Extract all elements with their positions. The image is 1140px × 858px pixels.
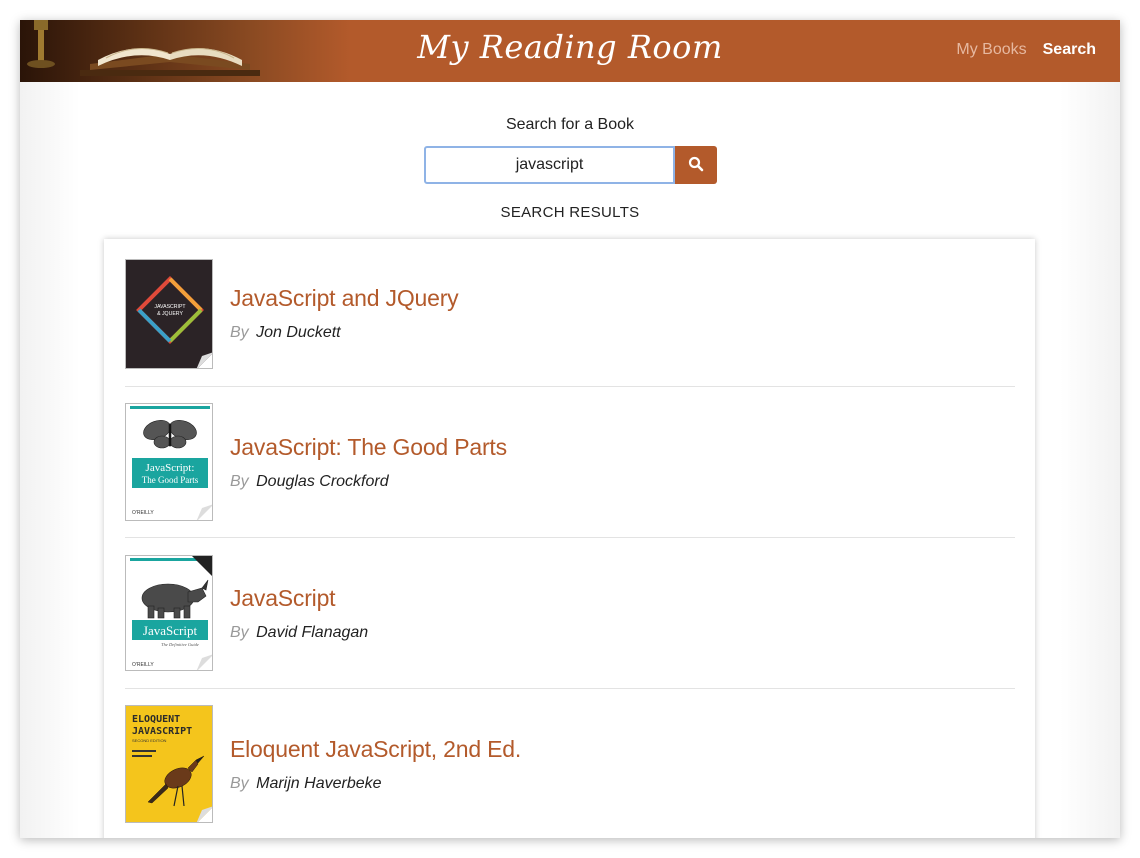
results-list: JAVASCRIPT & JQUERY JavaScript and JQuer… — [104, 239, 1035, 838]
search-title: Search for a Book — [505, 116, 635, 133]
nav-links: My Books Search — [956, 41, 1096, 59]
svg-text:The Good Parts: The Good Parts — [142, 475, 199, 485]
result-item: JavaScript The Definitive Guide O'REILLY… — [125, 538, 1015, 689]
browser-page: My Reading Room My Books Search Search f… — [20, 20, 1120, 838]
book-title[interactable]: JavaScript and JQuery — [230, 285, 459, 312]
book-info: JavaScript By David Flanagan — [230, 585, 368, 642]
search-icon — [688, 156, 704, 175]
author-name: Douglas Crockford — [256, 472, 389, 490]
svg-text:O'REILLY: O'REILLY — [132, 662, 154, 668]
search-button[interactable] — [675, 146, 717, 184]
author-name: Jon Duckett — [256, 324, 341, 341]
svg-text:JavaScript:: JavaScript: — [146, 462, 195, 474]
result-item: JavaScript: The Good Parts O'REILLY Java… — [125, 387, 1015, 538]
result-item: JAVASCRIPT & JQUERY JavaScript and JQuer… — [125, 259, 1015, 387]
svg-text:The Definitive Guide: The Definitive Guide — [161, 642, 199, 647]
book-author-line: By David Flanagan — [230, 624, 368, 642]
results-heading: SEARCH RESULTS — [500, 204, 640, 221]
site-brand[interactable]: My Reading Room — [20, 28, 1120, 66]
top-navbar: My Reading Room My Books Search — [20, 20, 1120, 82]
svg-text:O'REILLY: O'REILLY — [132, 510, 154, 516]
page-shading-right — [1060, 82, 1120, 838]
book-title[interactable]: JavaScript: The Good Parts — [230, 434, 507, 461]
svg-text:& JQUERY: & JQUERY — [157, 311, 183, 317]
svg-text:JAVASCRIPT: JAVASCRIPT — [154, 304, 186, 310]
by-label: By — [230, 623, 249, 641]
book-author-line: By Jon Duckett — [230, 324, 458, 342]
book-cover-image[interactable]: JavaScript: The Good Parts O'REILLY — [125, 403, 213, 521]
book-author-line: By Marijn Haverbeke — [230, 775, 521, 793]
book-title[interactable]: Eloquent JavaScript, 2nd Ed. — [230, 736, 521, 763]
search-input[interactable] — [424, 146, 675, 184]
result-item: ELOQUENT JAVASCRIPT SECOND EDITION Eloqu… — [125, 689, 1015, 838]
book-info: Eloquent JavaScript, 2nd Ed. By Marijn H… — [230, 736, 521, 793]
svg-text:ELOQUENT: ELOQUENT — [132, 714, 180, 725]
author-name: Marijn Haverbeke — [256, 774, 382, 792]
by-label: By — [230, 774, 249, 792]
book-cover-image[interactable]: ELOQUENT JAVASCRIPT SECOND EDITION — [125, 705, 213, 823]
book-info: JavaScript: The Good Parts By Douglas Cr… — [230, 434, 507, 491]
book-cover-image[interactable]: JavaScript The Definitive Guide O'REILLY — [125, 555, 213, 671]
by-label: By — [230, 472, 249, 490]
book-author-line: By Douglas Crockford — [230, 473, 507, 491]
nav-my-books[interactable]: My Books — [956, 41, 1026, 59]
search-bar — [424, 146, 717, 184]
svg-text:JAVASCRIPT: JAVASCRIPT — [132, 726, 192, 737]
svg-text:SECOND EDITION: SECOND EDITION — [132, 738, 167, 743]
by-label: By — [230, 324, 249, 341]
book-cover-image[interactable]: JAVASCRIPT & JQUERY — [125, 259, 213, 369]
svg-text:JavaScript: JavaScript — [143, 623, 198, 638]
book-title[interactable]: JavaScript — [230, 585, 368, 612]
page-shading-left — [20, 82, 80, 838]
author-name: David Flanagan — [256, 623, 369, 641]
nav-search[interactable]: Search — [1043, 41, 1096, 59]
book-info: JavaScript and JQuery By Jon Duckett — [230, 285, 459, 342]
